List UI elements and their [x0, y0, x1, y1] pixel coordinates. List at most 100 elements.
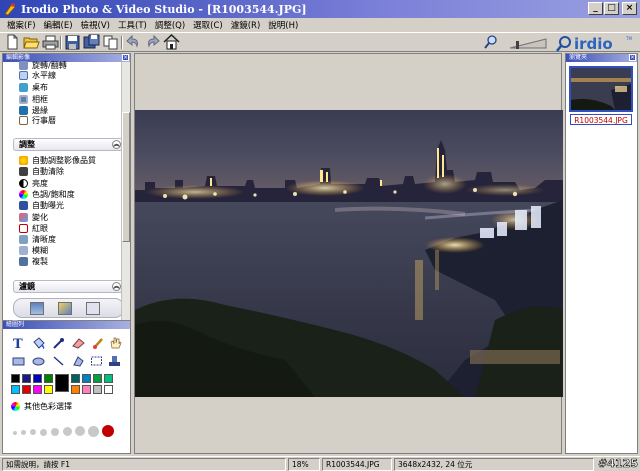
thumbnail-image[interactable]	[569, 66, 633, 112]
list-item-horizon[interactable]: 水平線	[19, 70, 56, 81]
save-icon[interactable]	[64, 34, 81, 50]
zoom-icon[interactable]	[483, 34, 500, 50]
menu-edit[interactable]: 編輯(E)	[40, 19, 77, 31]
current-color-swatch[interactable]	[55, 374, 69, 392]
layers-icon[interactable]	[30, 302, 44, 315]
window-title: Irodio Photo & Video Studio - [R1003544.…	[21, 2, 307, 16]
list-item-frame[interactable]: 相框	[19, 94, 48, 105]
color-swatch-mint[interactable]	[104, 374, 113, 383]
open-folder-icon[interactable]	[23, 34, 40, 50]
thumbnail-label[interactable]: R1003544.JPG	[570, 114, 632, 125]
chevron-up-icon[interactable]: ︽	[112, 282, 121, 291]
list-item-blur[interactable]: 模糊	[19, 245, 48, 256]
color-swatch-silver[interactable]	[93, 385, 102, 394]
rectangle-tool-icon[interactable]	[12, 355, 25, 367]
select-tool-icon[interactable]	[90, 355, 103, 367]
color-swatch-orange[interactable]	[71, 385, 80, 394]
brush-icon[interactable]	[92, 337, 105, 349]
scrollbar-thumb[interactable]	[122, 112, 130, 242]
eyedropper-icon[interactable]	[52, 337, 65, 349]
image-canvas[interactable]	[134, 53, 563, 454]
brush-size-2[interactable]	[21, 430, 26, 435]
brush-size-4[interactable]	[40, 429, 47, 436]
status-bar: 如需說明，請按 F1 18% R1003544.JPG 3648x2432, 2…	[0, 456, 640, 471]
list-item-clone[interactable]: 複製	[19, 256, 48, 267]
menu-file[interactable]: 檔案(F)	[3, 19, 40, 31]
list-item-sharpness[interactable]: 清晰度	[19, 234, 56, 245]
menu-help[interactable]: 說明(H)	[264, 19, 302, 31]
redo-icon[interactable]	[144, 34, 161, 50]
brush-size-3[interactable]	[30, 429, 36, 435]
browser-panel: 瀏覽夾 × R1003544.JPG	[565, 53, 638, 454]
list-item-auto-exposure[interactable]: 自動曝光	[19, 200, 64, 211]
close-button[interactable]: ×	[622, 2, 637, 15]
brightness-icon	[19, 179, 28, 188]
color-swatch-cyan[interactable]	[11, 385, 20, 394]
section-effects[interactable]: 濾鏡 ︽	[13, 280, 125, 293]
color-swatch-yellow[interactable]	[44, 385, 53, 394]
maximize-button[interactable]: □	[604, 2, 619, 15]
list-item-hue-saturation[interactable]: 色調/飽和度	[19, 189, 75, 200]
close-icon[interactable]: ×	[122, 54, 129, 61]
drawing-panel-caption: 繪圖列	[3, 321, 130, 329]
color-swatch-white[interactable]	[104, 385, 113, 394]
color-swatch-black[interactable]	[11, 374, 20, 383]
svg-text:T: T	[13, 337, 23, 349]
sharpness-icon	[19, 235, 28, 244]
color-swatch-pink[interactable]	[82, 385, 91, 394]
photo-harbor-night[interactable]	[135, 110, 563, 397]
color-swatch-teal[interactable]	[71, 374, 80, 383]
ellipse-tool-icon[interactable]	[32, 355, 45, 367]
list-item-auto-quality[interactable]: 自動調整影像品質	[19, 155, 96, 166]
brush-size-7[interactable]	[75, 426, 85, 436]
color-swatch-magenta[interactable]	[33, 385, 42, 394]
brush-size-8[interactable]	[88, 426, 99, 437]
undo-icon[interactable]	[125, 34, 142, 50]
list-item-auto-clean[interactable]: 自動清除	[19, 166, 64, 177]
list-item-brightness[interactable]: 亮度	[19, 178, 48, 189]
hand-icon[interactable]	[109, 337, 122, 349]
transform-icon[interactable]	[86, 302, 100, 315]
list-item-red-eye[interactable]: 紅眼	[19, 223, 48, 234]
color-swatch-navy[interactable]	[22, 374, 31, 383]
menu-select[interactable]: 選取(C)	[189, 19, 227, 31]
print-icon[interactable]	[42, 34, 59, 50]
edit-panel-scrollbar[interactable]	[121, 62, 130, 322]
color-swatch-ocean[interactable]	[82, 374, 91, 383]
section-adjust[interactable]: 調整 ︽	[13, 138, 125, 151]
minimize-button[interactable]: _	[588, 2, 603, 15]
close-icon[interactable]: ×	[629, 54, 636, 61]
text-tool-icon[interactable]: T	[12, 337, 25, 349]
home-icon[interactable]	[163, 34, 180, 50]
eraser-icon[interactable]	[72, 337, 85, 349]
color-swatch-blue[interactable]	[33, 374, 42, 383]
menu-filter[interactable]: 濾鏡(R)	[227, 19, 265, 31]
color-swatch-emerald[interactable]	[93, 374, 102, 383]
effects-icon[interactable]	[58, 302, 72, 315]
brush-size-1[interactable]	[13, 431, 17, 435]
list-item-wallpaper[interactable]: 桌布	[19, 82, 48, 93]
fill-bucket-icon[interactable]	[32, 337, 45, 349]
list-item-calendar[interactable]: 行事曆	[19, 115, 56, 126]
irdio-logo: irdio TM	[556, 35, 632, 52]
brush-size-5[interactable]	[51, 428, 59, 436]
save-as-icon[interactable]	[83, 34, 100, 50]
list-item-variation[interactable]: 變化	[19, 212, 48, 223]
menu-tools[interactable]: 工具(T)	[114, 19, 151, 31]
color-swatch-green[interactable]	[44, 374, 53, 383]
menu-view[interactable]: 檢視(V)	[77, 19, 114, 31]
brush-size-6[interactable]	[63, 427, 72, 436]
title-bar: Irodio Photo & Video Studio - [R1003544.…	[0, 0, 640, 18]
zoom-slider[interactable]	[508, 37, 548, 49]
copy-icon[interactable]	[102, 34, 119, 50]
color-swatch-red[interactable]	[22, 385, 31, 394]
stamp-tool-icon[interactable]	[108, 355, 121, 367]
brush-size-9-selected[interactable]	[102, 425, 114, 437]
new-file-icon[interactable]	[4, 34, 21, 50]
line-tool-icon[interactable]	[52, 355, 65, 367]
chevron-up-icon[interactable]: ︽	[112, 140, 121, 149]
menu-adjust[interactable]: 調整(Q)	[151, 19, 189, 31]
polygon-tool-icon[interactable]	[72, 355, 85, 367]
more-colors-option[interactable]: 其他色彩選擇	[11, 401, 72, 412]
sub-toolbar	[13, 298, 124, 318]
